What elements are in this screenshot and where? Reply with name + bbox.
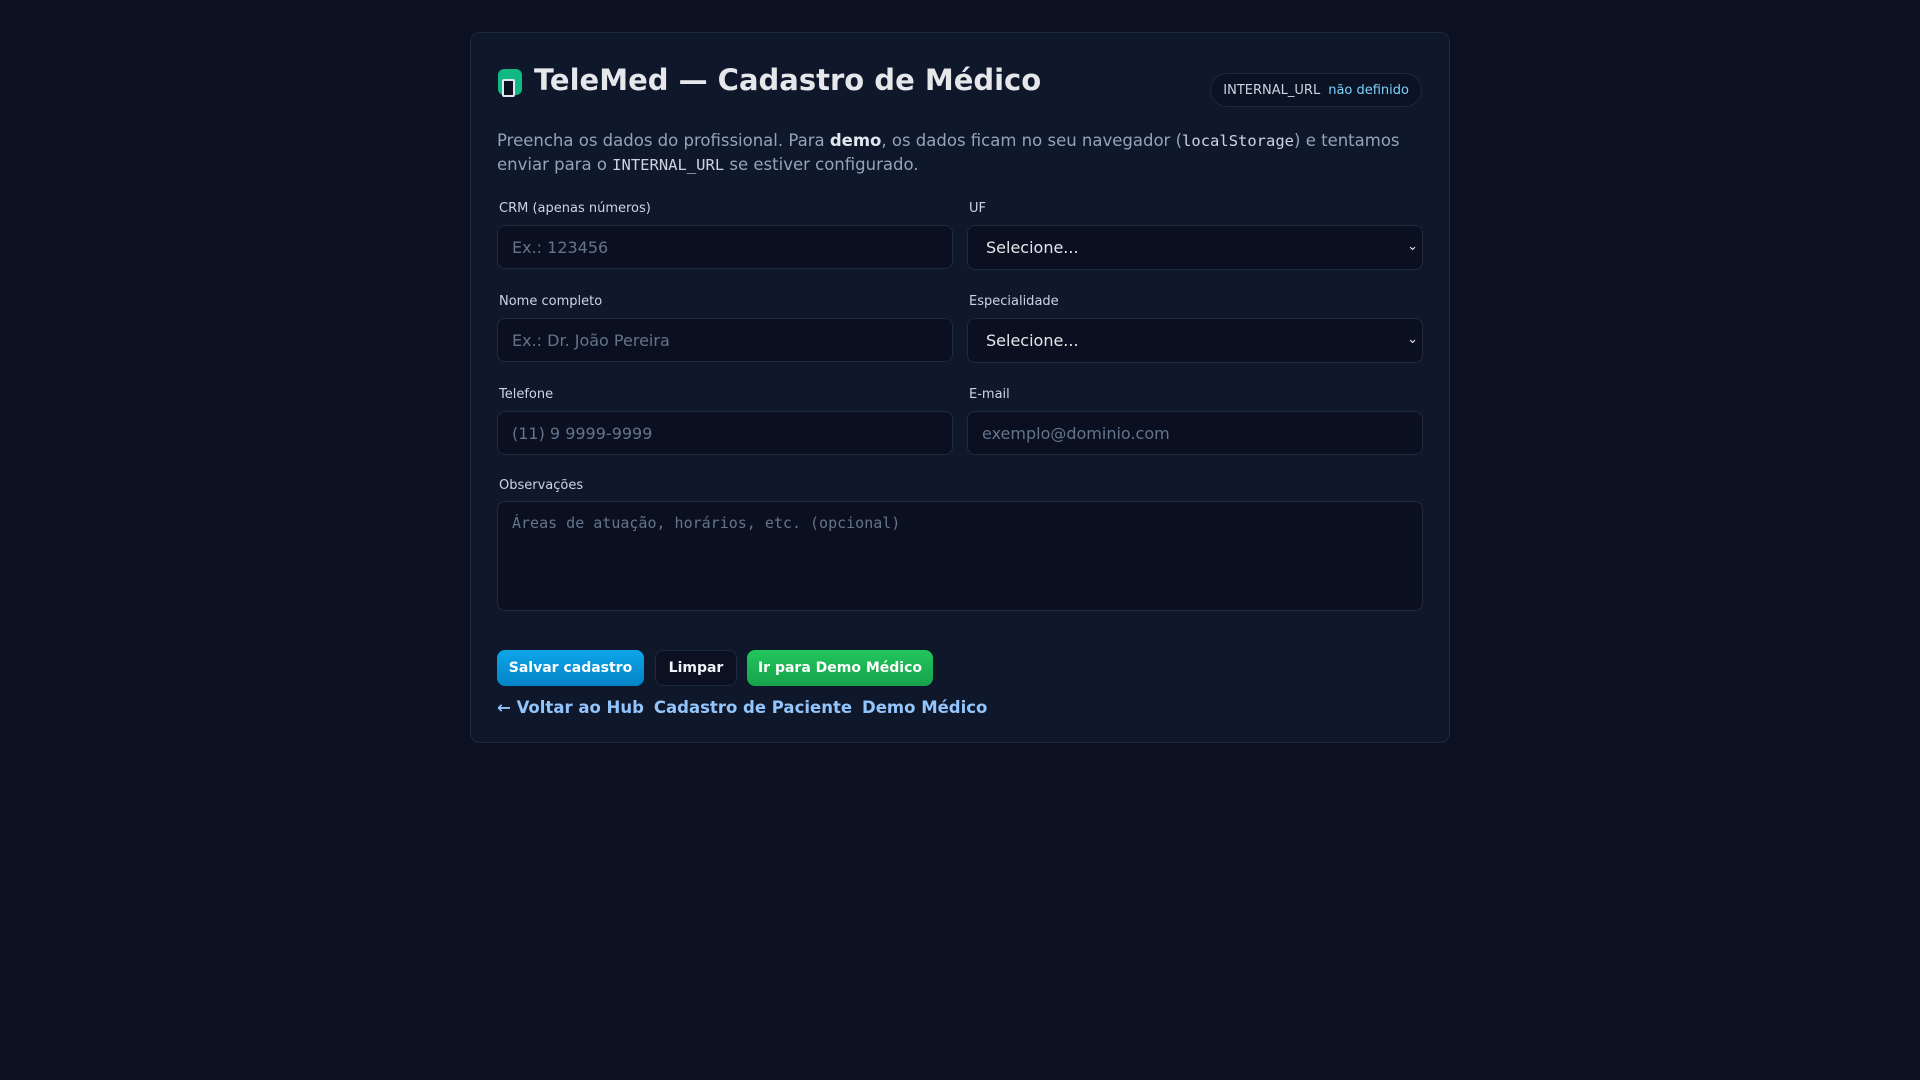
- uf-selected-value: Selecione...: [986, 238, 1079, 257]
- especialidade-label: Especialidade: [969, 294, 1059, 309]
- desc-text-2: , os dados ficam no seu navegador (: [881, 131, 1183, 150]
- email-label: E-mail: [969, 387, 1010, 402]
- desc-code-internal-url: INTERNAL_URL: [612, 156, 725, 174]
- observacoes-textarea[interactable]: [497, 501, 1423, 611]
- desc-bold: demo: [829, 131, 882, 150]
- crm-label: CRM (apenas números): [499, 201, 651, 216]
- footer-links: ← Voltar ao Hub Cadastro de Paciente Dem…: [497, 698, 987, 717]
- telefone-input[interactable]: [497, 411, 953, 455]
- badge-value: não definido: [1328, 82, 1409, 98]
- page-title: TeleMed — Cadastro de Médico: [534, 63, 1042, 97]
- patient-register-link[interactable]: Cadastro de Paciente: [654, 698, 852, 717]
- save-button[interactable]: Salvar cadastro: [497, 650, 644, 686]
- chevron-down-icon: ⌄: [1407, 332, 1418, 347]
- desc-code-localstorage: localStorage: [1182, 132, 1295, 150]
- nome-input[interactable]: [497, 318, 953, 362]
- especialidade-select[interactable]: Selecione... ⌄: [967, 318, 1423, 363]
- phone-icon-body: [502, 79, 515, 97]
- uf-select[interactable]: Selecione... ⌄: [967, 225, 1423, 270]
- nome-label: Nome completo: [499, 294, 603, 309]
- back-to-hub-link[interactable]: ← Voltar ao Hub: [497, 698, 644, 717]
- observacoes-label: Observações: [499, 478, 584, 493]
- especialidade-selected-value: Selecione...: [986, 331, 1079, 350]
- clear-button[interactable]: Limpar: [655, 650, 737, 686]
- desc-text-4: se estiver configurado.: [724, 155, 919, 174]
- internal-url-badge: INTERNAL_URL não definido: [1210, 73, 1422, 107]
- email-input[interactable]: [967, 411, 1423, 455]
- demo-doctor-link[interactable]: Demo Médico: [862, 698, 987, 717]
- chevron-down-icon: ⌄: [1407, 239, 1418, 254]
- phone-icon: [498, 69, 522, 97]
- desc-text-1: Preencha os dados do profissional. Para: [497, 131, 830, 150]
- go-demo-button[interactable]: Ir para Demo Médico: [747, 650, 933, 686]
- crm-input[interactable]: [497, 225, 953, 269]
- uf-label: UF: [969, 201, 986, 216]
- page-description: Preencha os dados do profissional. Para …: [497, 129, 1427, 177]
- badge-key: INTERNAL_URL: [1223, 82, 1321, 98]
- telefone-label: Telefone: [499, 387, 554, 402]
- card-header: TeleMed — Cadastro de Médico INTERNAL_UR…: [498, 33, 1422, 133]
